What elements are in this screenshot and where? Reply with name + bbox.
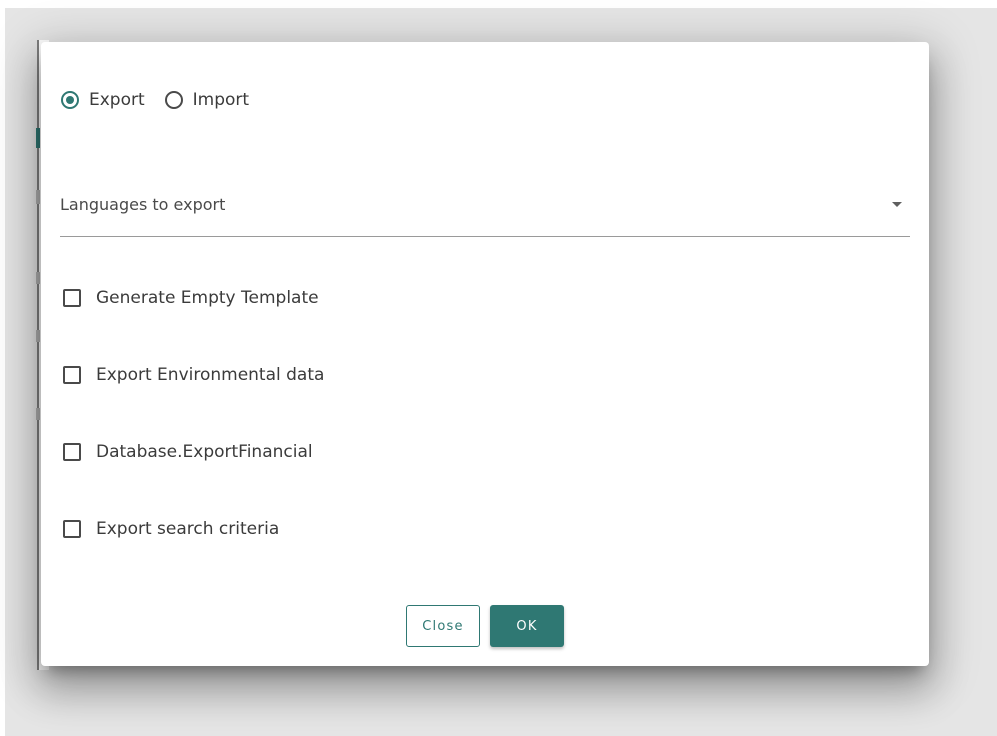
ok-button[interactable]: OK bbox=[490, 605, 564, 647]
languages-select-placeholder: Languages to export bbox=[60, 195, 226, 214]
export-radio-label: Export bbox=[89, 90, 145, 110]
generate-empty-template-label: Generate Empty Template bbox=[96, 288, 319, 308]
import-radio-button[interactable] bbox=[164, 91, 183, 109]
export-environmental-data-checkbox-row[interactable]: Export Environmental data bbox=[63, 363, 324, 387]
generate-empty-template-checkbox[interactable] bbox=[63, 289, 81, 307]
close-button[interactable]: Close bbox=[406, 605, 480, 647]
languages-select[interactable]: Languages to export bbox=[60, 187, 910, 237]
export-import-dialog: Export Import Languages to export Genera… bbox=[41, 42, 929, 666]
import-radio-option[interactable]: Import bbox=[164, 90, 250, 110]
export-search-criteria-checkbox[interactable] bbox=[63, 520, 81, 538]
export-financial-checkbox-row[interactable]: Database.ExportFinancial bbox=[63, 440, 313, 464]
export-environmental-data-label: Export Environmental data bbox=[96, 365, 325, 385]
export-search-criteria-label: Export search criteria bbox=[96, 519, 280, 539]
generate-empty-template-checkbox-row[interactable]: Generate Empty Template bbox=[63, 286, 319, 310]
export-environmental-data-checkbox[interactable] bbox=[63, 366, 81, 384]
export-radio-button[interactable] bbox=[61, 91, 79, 109]
export-radio-option[interactable]: Export bbox=[61, 90, 145, 110]
export-financial-label: Database.ExportFinancial bbox=[96, 442, 313, 462]
export-financial-checkbox[interactable] bbox=[63, 443, 81, 461]
import-radio-label: Import bbox=[192, 90, 250, 110]
mode-radio-group: Export Import bbox=[61, 87, 269, 113]
export-search-criteria-checkbox-row[interactable]: Export search criteria bbox=[63, 517, 279, 541]
caret-down-icon[interactable] bbox=[892, 202, 902, 207]
